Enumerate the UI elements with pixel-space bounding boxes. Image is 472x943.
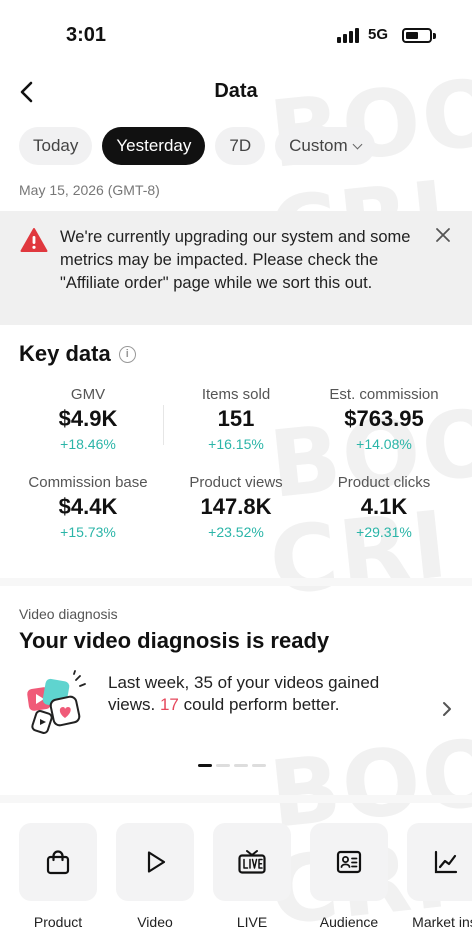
tab-today[interactable]: Today bbox=[19, 127, 93, 165]
shopping-bag-icon bbox=[46, 850, 70, 875]
status-time: 3:01 bbox=[66, 24, 107, 46]
banner-message: We're currently upgrading our system and… bbox=[60, 228, 411, 292]
tab-yesterday[interactable]: Yesterday bbox=[102, 127, 206, 165]
system-notice-banner: We're currently upgrading our system and… bbox=[0, 211, 472, 325]
tool-video[interactable]: Video bbox=[116, 823, 194, 930]
metric-label: Est. commission bbox=[329, 386, 439, 403]
metric-label: GMV bbox=[70, 386, 106, 403]
video-diagnosis-illustration-icon bbox=[27, 670, 86, 734]
metric-value: 151 bbox=[217, 406, 255, 431]
video-diagnosis-title: Your video diagnosis is ready bbox=[19, 628, 330, 653]
tool-icon-box bbox=[116, 823, 194, 901]
tool-icon-box bbox=[310, 823, 388, 901]
live-tv-icon bbox=[238, 850, 266, 874]
section-divider bbox=[0, 578, 472, 586]
warning-icon bbox=[20, 228, 48, 252]
analytics-toolbar: Product Video LIVE Audience Market insi bbox=[19, 823, 472, 930]
metric-value: 147.8K bbox=[200, 494, 272, 519]
section-divider bbox=[0, 795, 472, 803]
page-title: Data bbox=[214, 80, 258, 102]
tool-label: Audience bbox=[319, 914, 379, 930]
metric-change: +23.52% bbox=[208, 524, 264, 540]
tool-icon-box bbox=[19, 823, 97, 901]
chevron-down-icon bbox=[352, 139, 363, 149]
line-chart-icon bbox=[434, 850, 458, 874]
metric-change: +16.15% bbox=[208, 436, 264, 452]
metric-change: +15.73% bbox=[60, 524, 116, 540]
tab-custom[interactable]: Custom bbox=[275, 127, 375, 165]
tab-label: Custom bbox=[289, 136, 348, 155]
metric-product-views[interactable]: Product views 147.8K +23.52% bbox=[162, 474, 310, 544]
tool-label: Product bbox=[33, 914, 83, 930]
carousel-dot[interactable] bbox=[216, 764, 230, 767]
close-icon[interactable] bbox=[435, 227, 451, 243]
metric-commission-base[interactable]: Commission base $4.4K +15.73% bbox=[14, 474, 162, 544]
metric-label: Items sold bbox=[201, 386, 271, 403]
network-type: 5G bbox=[368, 26, 389, 43]
tool-live[interactable]: LIVE bbox=[213, 823, 291, 930]
metric-value: $4.4K bbox=[58, 494, 118, 519]
key-metrics-grid: GMV $4.9K +18.46% Items sold 151 +16.15%… bbox=[14, 386, 458, 544]
carousel-dot[interactable] bbox=[234, 764, 248, 767]
carousel-dot[interactable] bbox=[198, 764, 212, 767]
tool-product[interactable]: Product bbox=[19, 823, 97, 930]
section-title: Key data bbox=[19, 341, 111, 366]
metric-change: +18.46% bbox=[60, 436, 116, 452]
tool-icon-box bbox=[407, 823, 472, 901]
tab-label: Yesterday bbox=[116, 136, 192, 155]
tool-label: Market insi bbox=[412, 914, 472, 930]
summary-text: could perform better. bbox=[178, 695, 340, 714]
signal-icon bbox=[337, 27, 359, 43]
tab-label: Today bbox=[33, 136, 79, 155]
tool-audience[interactable]: Audience bbox=[310, 823, 388, 930]
tool-label: LIVE bbox=[236, 914, 268, 930]
carousel-dot[interactable] bbox=[252, 764, 266, 767]
chevron-right-icon[interactable] bbox=[441, 700, 453, 718]
metric-change: +14.08% bbox=[356, 436, 412, 452]
id-card-icon bbox=[336, 850, 362, 874]
metric-gmv[interactable]: GMV $4.9K +18.46% bbox=[14, 386, 162, 456]
battery-icon bbox=[402, 28, 436, 43]
tab-7d[interactable]: 7D bbox=[215, 127, 266, 165]
status-bar: 3:01 5G bbox=[0, 0, 472, 70]
metric-value: $763.95 bbox=[344, 406, 424, 431]
tool-market-insights[interactable]: Market insi bbox=[407, 823, 472, 930]
play-icon bbox=[147, 851, 166, 873]
date-range: May 15, 2026 (GMT-8) bbox=[19, 182, 160, 198]
carousel-indicator bbox=[198, 764, 266, 767]
tool-label: Video bbox=[137, 914, 173, 930]
page-header: Data bbox=[0, 72, 472, 112]
tool-icon-box bbox=[213, 823, 291, 901]
metric-label: Product views bbox=[189, 474, 283, 491]
tab-label: 7D bbox=[229, 136, 252, 155]
metric-value: 4.1K bbox=[360, 494, 408, 519]
metric-label: Commission base bbox=[28, 474, 148, 491]
metric-est-commission[interactable]: Est. commission $763.95 +14.08% bbox=[310, 386, 458, 456]
date-tabs: Today Yesterday 7D Custom bbox=[19, 127, 375, 165]
key-data-heading: Key data i bbox=[19, 341, 136, 367]
highlight-count: 17 bbox=[159, 695, 179, 714]
video-diagnosis-summary: Last week, 35 of your videos gained view… bbox=[108, 672, 428, 716]
metric-items-sold[interactable]: Items sold 151 +16.15% bbox=[162, 386, 310, 456]
metric-change: +29.31% bbox=[356, 524, 412, 540]
info-icon[interactable]: i bbox=[118, 345, 136, 363]
metric-product-clicks[interactable]: Product clicks 4.1K +29.31% bbox=[310, 474, 458, 544]
metric-label: Product clicks bbox=[337, 474, 431, 491]
metric-value: $4.9K bbox=[58, 406, 118, 431]
video-diagnosis-label: Video diagnosis bbox=[19, 606, 118, 622]
